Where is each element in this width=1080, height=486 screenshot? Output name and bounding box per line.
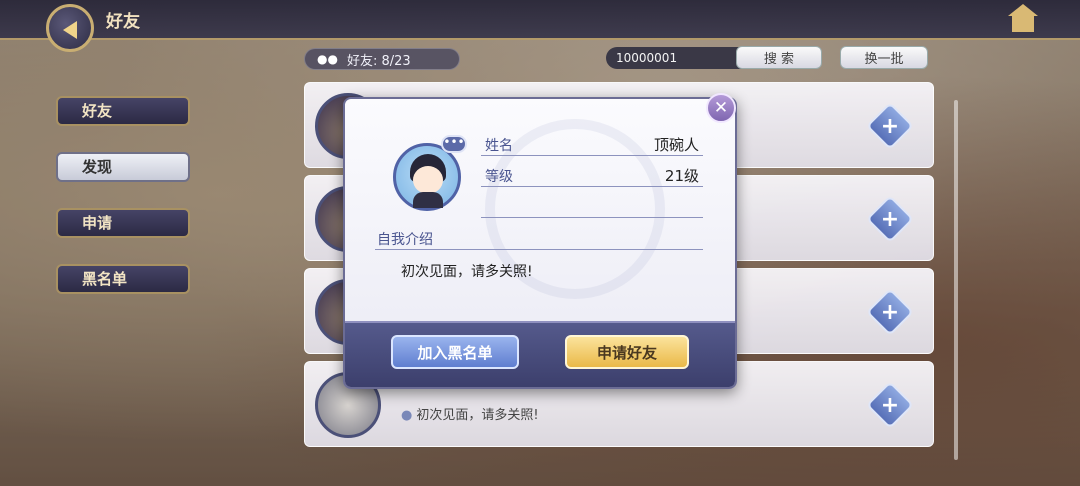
plus-icon: + <box>880 113 900 139</box>
page-title: 好友 <box>106 12 140 32</box>
plus-icon: + <box>880 392 900 418</box>
avatar-face <box>413 166 443 194</box>
add-friend-button[interactable]: + <box>865 194 915 244</box>
dialog-footer: 加入黑名单 申请好友 <box>345 321 735 387</box>
home-button[interactable] <box>1006 4 1040 34</box>
refresh-button[interactable]: 换一批 <box>840 46 928 69</box>
name-label: 姓名 <box>485 138 513 154</box>
intro-label: 自我介绍 <box>377 232 433 248</box>
add-friend-button[interactable]: + <box>865 101 915 151</box>
top-bar: 好友 <box>0 0 1080 52</box>
search-input[interactable] <box>606 47 754 69</box>
search-button[interactable]: 搜 索 <box>736 46 822 69</box>
sidebar-item-requests[interactable]: 申请 <box>56 208 190 238</box>
divider <box>481 217 703 218</box>
list-scrollbar[interactable] <box>954 100 958 460</box>
home-icon <box>1008 4 1038 16</box>
add-friend-button[interactable]: + <box>865 287 915 337</box>
add-friend-button[interactable]: + <box>865 380 915 430</box>
sidebar-item-friends[interactable]: 好友 <box>56 96 190 126</box>
avatar-body <box>413 192 443 208</box>
send-friend-request-button[interactable]: 申请好友 <box>565 335 689 369</box>
plus-icon: + <box>880 299 900 325</box>
bio-text: 初次见面，请多关照! <box>416 408 539 423</box>
home-icon-body <box>1012 16 1034 32</box>
chat-bubble-icon: ● <box>401 408 413 423</box>
level-label: 等级 <box>485 169 513 185</box>
sidebar-item-blacklist[interactable]: 黑名单 <box>56 264 190 294</box>
intro-text: 初次见面，请多关照! <box>401 264 533 280</box>
chat-icon[interactable]: ••• <box>441 135 467 153</box>
plus-icon: + <box>880 206 900 232</box>
profile-dialog: ••• 姓名 顶碗人 等级 21级 自我介绍 初次见面，请多关照! 加入黑名单 … <box>343 97 737 389</box>
back-arrow-icon <box>63 21 77 39</box>
sidebar-item-discover[interactable]: 发现 <box>56 152 190 182</box>
level-value: 21级 <box>664 167 699 185</box>
add-to-blacklist-button[interactable]: 加入黑名单 <box>391 335 519 369</box>
friend-count-badge: ●● 好友: 8/23 <box>304 48 460 70</box>
friends-icon: ●● <box>317 52 338 66</box>
divider <box>481 186 703 187</box>
back-button[interactable] <box>46 4 94 52</box>
profile-avatar <box>393 143 461 211</box>
close-icon[interactable]: ✕ <box>706 93 736 123</box>
divider <box>481 155 703 156</box>
divider <box>375 249 703 250</box>
friend-count-label: 好友: 8/23 <box>347 53 411 69</box>
name-value: 顶碗人 <box>653 136 699 154</box>
list-item-bio: ● 初次见面，请多关照! <box>401 404 539 423</box>
